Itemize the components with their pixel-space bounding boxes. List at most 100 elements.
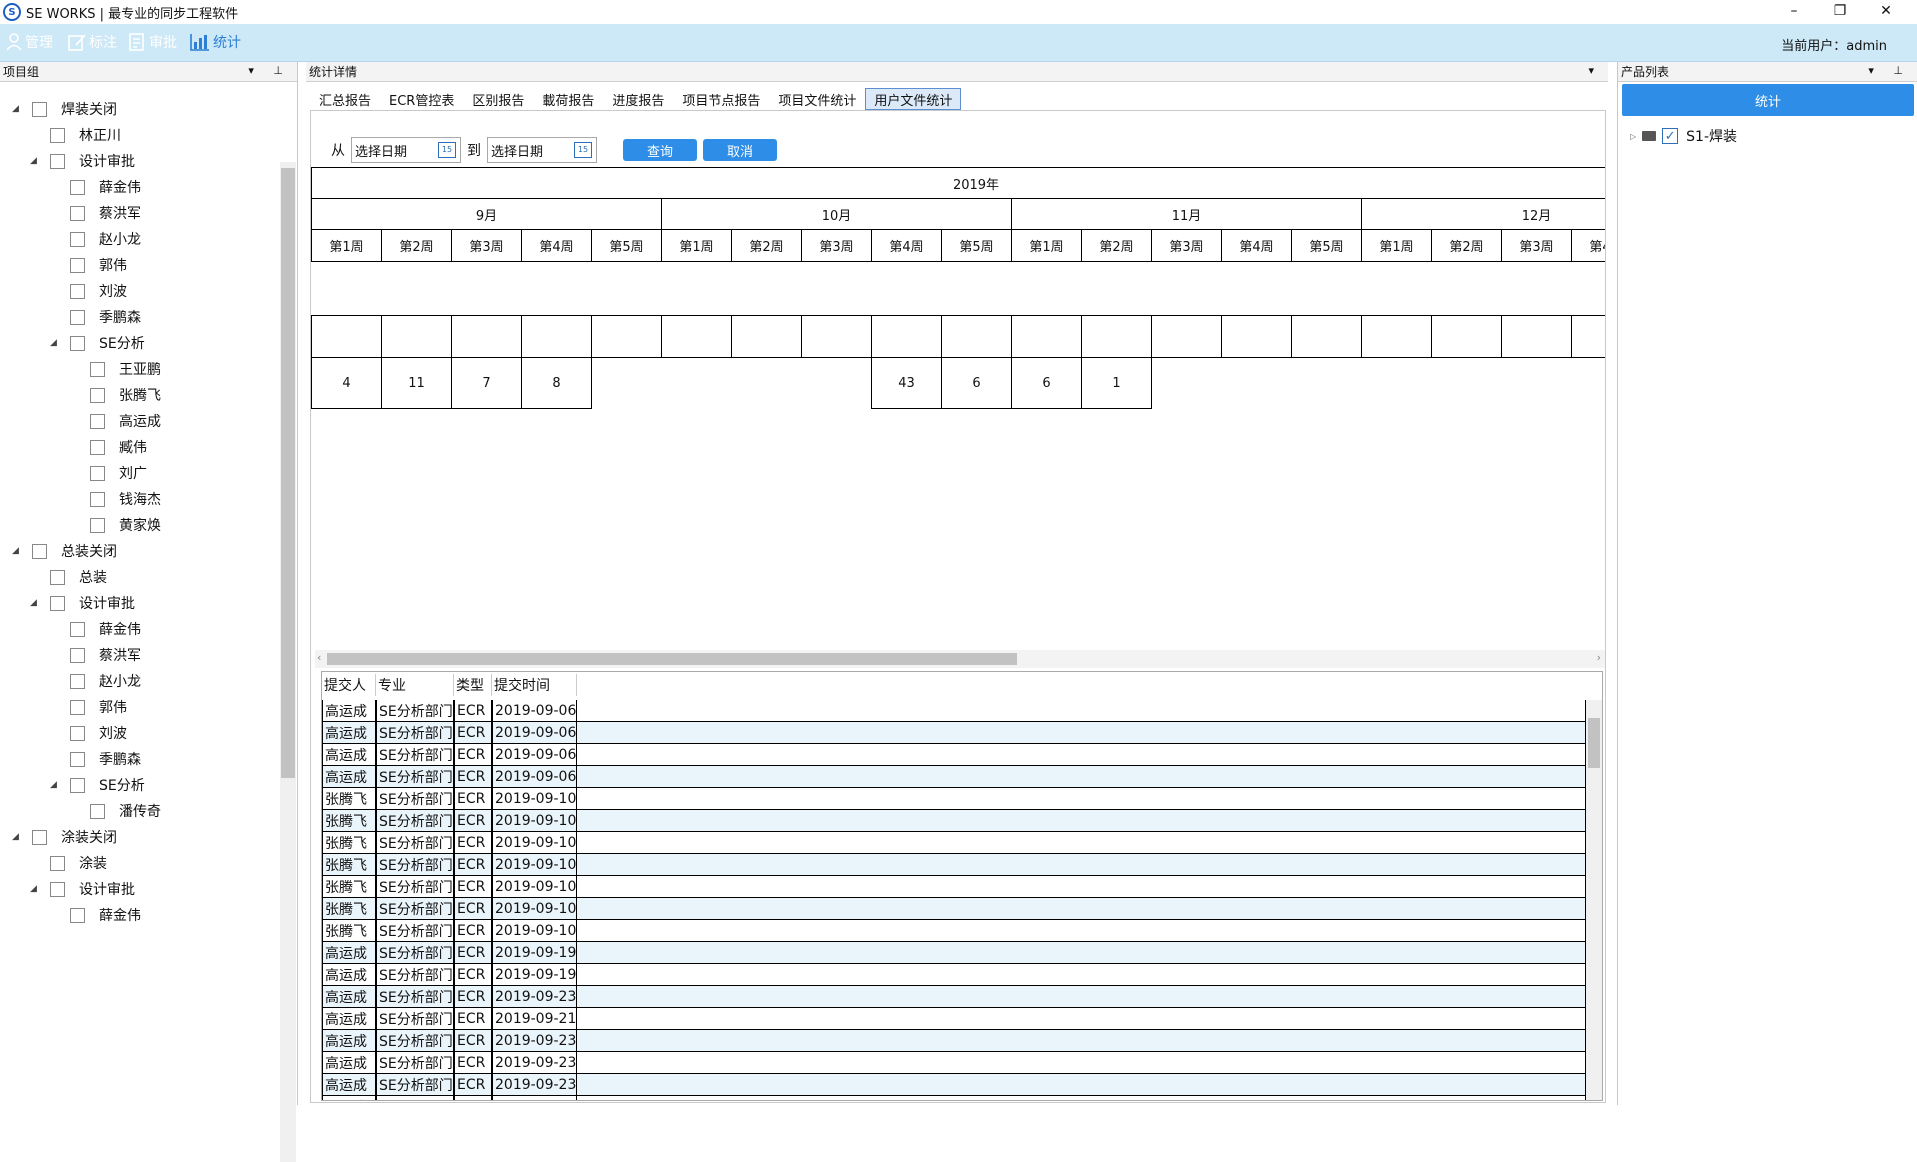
- toolbar-statistics-button[interactable]: 统计: [190, 32, 241, 52]
- toolbar-manage-button[interactable]: 管理: [6, 32, 53, 52]
- statistics-button[interactable]: 统计: [1622, 84, 1914, 116]
- tree-node[interactable]: 蔡洪军: [50, 200, 141, 226]
- tree-node[interactable]: 季鹏森: [50, 746, 141, 772]
- table-row[interactable]: 高运成 SE分析部门 ECR 2019-09-06: [322, 700, 1586, 722]
- report-tab[interactable]: 项目文件统计: [769, 88, 865, 110]
- tree-node[interactable]: 郭伟: [50, 252, 127, 278]
- column-header[interactable]: 专业: [376, 674, 454, 696]
- tree-node[interactable]: 薛金伟: [50, 616, 141, 642]
- tree-node[interactable]: ◢ 设计审批: [30, 148, 135, 174]
- tree-node[interactable]: 刘波: [50, 720, 127, 746]
- toolbar-annotate-button[interactable]: 标注: [68, 32, 117, 52]
- scrollbar-thumb[interactable]: [327, 653, 1017, 665]
- tree-node[interactable]: ◢ SE分析: [50, 330, 145, 356]
- tree-checkbox[interactable]: [50, 881, 65, 897]
- table-row[interactable]: 高运成 SE分析部门 ECR 2019-09-06: [322, 766, 1586, 788]
- expand-arrow-icon[interactable]: ▷: [1630, 132, 1636, 141]
- product-checkbox[interactable]: ✓: [1662, 128, 1679, 144]
- table-row[interactable]: 高运成 SE分析部门 ECR 2019-09-19: [322, 942, 1586, 964]
- tree-checkbox[interactable]: [50, 595, 65, 611]
- report-tab[interactable]: 进度报告: [603, 88, 673, 110]
- tree-node[interactable]: 林正川: [30, 122, 121, 148]
- tree-checkbox[interactable]: [32, 829, 47, 845]
- column-header[interactable]: 类型: [454, 674, 492, 696]
- calendar-icon[interactable]: 15: [438, 142, 456, 158]
- panel-pin-icon[interactable]: ▾ ⊥: [248, 64, 291, 77]
- grid-horizontal-scrollbar[interactable]: ‹ ›: [315, 650, 1605, 668]
- tree-node[interactable]: 刘广: [70, 460, 147, 486]
- table-row[interactable]: 高运成SE分析部门ECR2019-09-23: [322, 1030, 1586, 1052]
- tree-checkbox[interactable]: [90, 413, 105, 429]
- table-row[interactable]: 张腾飞 SE分析部门 ECR 2019-09-10: [322, 810, 1586, 832]
- panel-menu-icon[interactable]: ▾: [1588, 64, 1602, 77]
- collapse-arrow-icon[interactable]: ◢: [12, 546, 24, 556]
- tree-checkbox[interactable]: [70, 673, 85, 689]
- report-tab[interactable]: 区别报告: [463, 88, 533, 110]
- table-row[interactable]: 张腾飞 SE分析部门 ECR 2019-09-10: [322, 920, 1586, 942]
- report-tab[interactable]: 汇总报告: [310, 88, 380, 110]
- tree-node[interactable]: 涂装: [30, 850, 107, 876]
- tree-node[interactable]: ◢ 焊装关闭: [12, 96, 117, 122]
- product-tree-item[interactable]: ▷ ✓ S1-焊装: [1630, 126, 1737, 146]
- table-row[interactable]: 张腾飞 SE分析部门 ECR 2019-09-10: [322, 788, 1586, 810]
- toolbar-approve-button[interactable]: 审批: [128, 32, 177, 52]
- tree-checkbox[interactable]: [90, 361, 105, 377]
- tree-node[interactable]: ◢ SE分析: [50, 772, 145, 798]
- collapse-arrow-icon[interactable]: ◢: [50, 338, 62, 348]
- table-row[interactable]: 张腾飞 SE分析部门 ECR 2019-09-10: [322, 832, 1586, 854]
- tree-checkbox[interactable]: [70, 777, 85, 793]
- cancel-button[interactable]: 取消: [703, 139, 777, 161]
- column-header[interactable]: 提交时间: [492, 674, 577, 696]
- tree-node[interactable]: 钱海杰: [70, 486, 161, 512]
- calendar-icon[interactable]: 15: [574, 142, 592, 158]
- tree-checkbox[interactable]: [70, 257, 85, 273]
- tree-node[interactable]: 赵小龙: [50, 226, 141, 252]
- tree-checkbox[interactable]: [70, 335, 85, 351]
- tree-checkbox[interactable]: [90, 803, 105, 819]
- tree-checkbox[interactable]: [90, 491, 105, 507]
- tree-node[interactable]: 高运成: [70, 408, 161, 434]
- tree-checkbox[interactable]: [90, 517, 105, 533]
- tree-checkbox[interactable]: [70, 231, 85, 247]
- tree-node[interactable]: 黄家焕: [70, 512, 161, 538]
- scroll-right-icon[interactable]: ›: [1597, 651, 1601, 664]
- collapse-arrow-icon[interactable]: ◢: [30, 156, 42, 166]
- left-vertical-scrollbar[interactable]: [280, 162, 296, 1162]
- collapse-arrow-icon[interactable]: ◢: [30, 884, 42, 894]
- tree-node[interactable]: 潘传奇: [70, 798, 161, 824]
- tree-checkbox[interactable]: [70, 725, 85, 741]
- tree-checkbox[interactable]: [50, 153, 65, 169]
- collapse-arrow-icon[interactable]: ◢: [50, 780, 62, 790]
- table-row[interactable]: 高运成SE分析部门ECR2019-09-23: [322, 1052, 1586, 1074]
- table-row[interactable]: 张腾飞 SE分析部门 ECR 2019-09-10: [322, 898, 1586, 920]
- tree-node[interactable]: 季鹏森: [50, 304, 141, 330]
- table-row[interactable]: 张腾飞 SE分析部门 ECR 2019-09-10: [322, 854, 1586, 876]
- column-header[interactable]: 提交人: [322, 674, 376, 696]
- tree-checkbox[interactable]: [70, 179, 85, 195]
- tree-checkbox[interactable]: [70, 699, 85, 715]
- tree-node[interactable]: 郭伟: [50, 694, 127, 720]
- close-button[interactable]: ✕: [1863, 0, 1909, 22]
- tree-checkbox[interactable]: [70, 621, 85, 637]
- tree-node[interactable]: 臧伟: [70, 434, 147, 460]
- scroll-left-icon[interactable]: ‹: [317, 651, 321, 664]
- tree-node[interactable]: 王亚鹏: [70, 356, 161, 382]
- query-button[interactable]: 查询: [623, 139, 697, 161]
- report-tab[interactable]: 项目节点报告: [673, 88, 769, 110]
- tree-checkbox[interactable]: [90, 465, 105, 481]
- restore-button[interactable]: ❐: [1817, 0, 1863, 22]
- tree-checkbox[interactable]: [50, 855, 65, 871]
- tree-checkbox[interactable]: [50, 569, 65, 585]
- tree-node[interactable]: 薛金伟: [50, 174, 141, 200]
- report-tab[interactable]: 用户文件统计: [865, 88, 962, 110]
- table-row[interactable]: 张腾飞 SE分析部门 ECR 2019-09-10: [322, 876, 1586, 898]
- tree-node[interactable]: 总装: [30, 564, 107, 590]
- tree-checkbox[interactable]: [90, 439, 105, 455]
- table-row[interactable]: 高运成 SE分析部门 ECR 2019-09-19: [322, 964, 1586, 986]
- tree-checkbox[interactable]: [70, 907, 85, 923]
- tree-checkbox[interactable]: [70, 205, 85, 221]
- scrollbar-thumb[interactable]: [1588, 718, 1600, 768]
- tree-node[interactable]: ◢ 总装关闭: [12, 538, 117, 564]
- from-date-input[interactable]: 选择日期 15: [351, 137, 461, 163]
- collapse-arrow-icon[interactable]: ◢: [12, 832, 24, 842]
